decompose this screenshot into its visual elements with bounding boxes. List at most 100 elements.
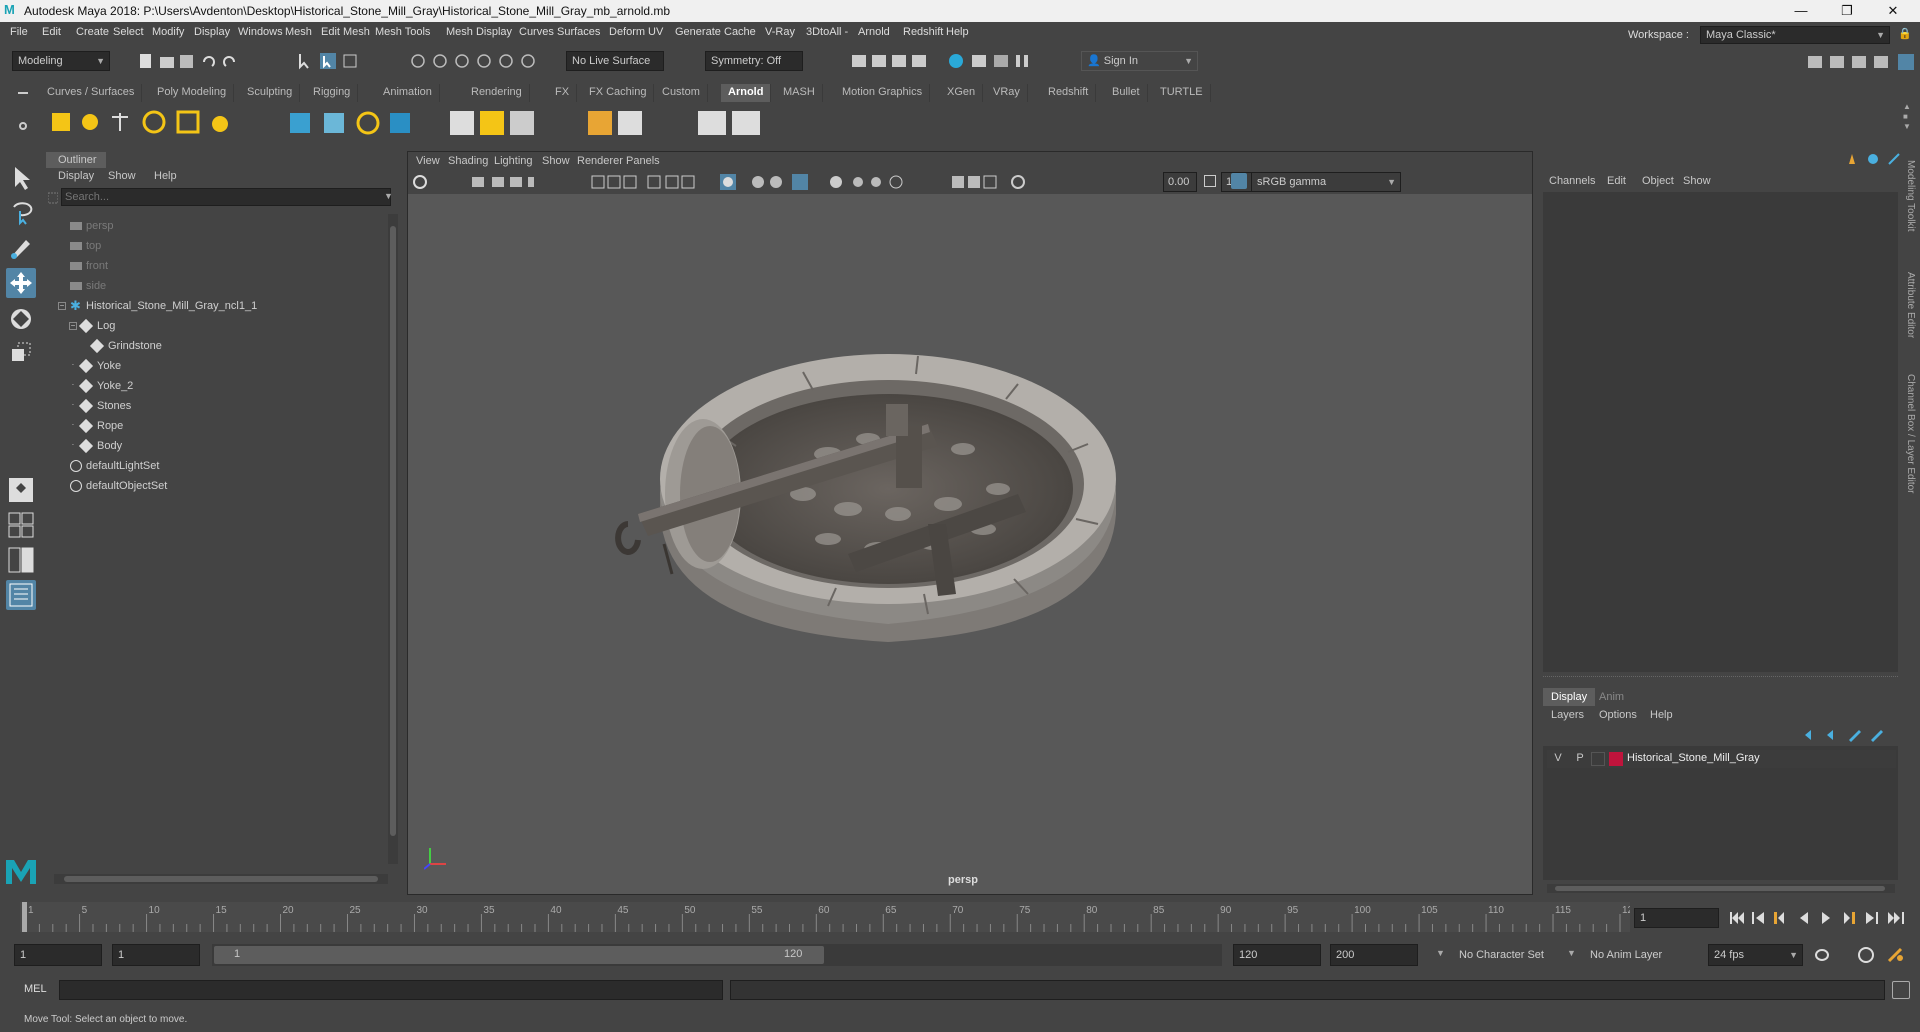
- menu-item-generate[interactable]: Generate: [675, 26, 721, 38]
- layer-menu-help[interactable]: Help: [1650, 709, 1673, 721]
- shelf-tab-sculpting[interactable]: Sculpting: [240, 84, 301, 102]
- viewport-menu-shading[interactable]: Shading: [448, 155, 488, 167]
- layer-menu-options[interactable]: Options: [1599, 709, 1637, 721]
- outliner-layout-icon[interactable]: [6, 580, 36, 610]
- character-set-field[interactable]: No Character Set: [1453, 944, 1555, 966]
- character-set-dropdown-icon[interactable]: ▼: [1436, 948, 1445, 958]
- expand-toggle-icon[interactable]: ·: [69, 421, 77, 430]
- shelf-tab-xgen[interactable]: XGen: [940, 84, 984, 102]
- outliner-hscrollbar[interactable]: [54, 874, 388, 884]
- script-language-toggle[interactable]: MEL: [24, 983, 47, 995]
- menu-item-surfaces[interactable]: Surfaces: [557, 26, 600, 38]
- layer-row[interactable]: V P Historical_Stone_Mill_Gray: [1547, 750, 1896, 768]
- expand-toggle-icon[interactable]: [80, 342, 88, 350]
- outliner-menu-display[interactable]: Display: [58, 170, 94, 182]
- close-button[interactable]: ✕: [1870, 0, 1916, 22]
- paint-select-tool-icon[interactable]: [6, 232, 36, 262]
- menu-item-deform[interactable]: Deform: [609, 26, 645, 38]
- outliner-item-rope[interactable]: · Rope: [46, 416, 376, 436]
- layer-tab-display[interactable]: Display: [1543, 688, 1596, 706]
- shelf-tab-rendering[interactable]: Rendering: [464, 84, 530, 102]
- menu-item-mesh-tools[interactable]: Mesh Tools: [375, 26, 430, 38]
- workspace-dropdown[interactable]: Maya Classic* ▼: [1700, 26, 1890, 44]
- menu-item-modify[interactable]: Modify: [152, 26, 184, 38]
- layer-reference-toggle[interactable]: [1591, 752, 1605, 766]
- scroll-thumb[interactable]: [1555, 886, 1885, 891]
- anim-layer-field[interactable]: No Anim Layer: [1584, 944, 1676, 966]
- channel-box-menu-show[interactable]: Show: [1683, 175, 1711, 187]
- menu-item-curves[interactable]: Curves: [519, 26, 554, 38]
- 3d-viewport[interactable]: persp: [408, 194, 1532, 894]
- outliner-vscrollbar[interactable]: [388, 214, 398, 864]
- maximize-button[interactable]: ❐: [1824, 0, 1870, 22]
- outliner-item-grindstone[interactable]: Grindstone: [46, 336, 376, 356]
- menu-item-select[interactable]: Select: [113, 26, 144, 38]
- shelf-tab-turtle[interactable]: TURTLE: [1153, 84, 1211, 102]
- outliner-item-defaultobjectset[interactable]: defaultObjectSet: [46, 476, 376, 496]
- viewport-menu-renderer[interactable]: Renderer: [577, 155, 623, 167]
- menu-item-arnold[interactable]: Arnold: [858, 26, 890, 38]
- range-slider[interactable]: 1 120: [212, 944, 1222, 966]
- shelf-tab-bullet[interactable]: Bullet: [1105, 84, 1148, 102]
- outliner-search-input[interactable]: [61, 188, 391, 206]
- shelf-scroll[interactable]: ▲ ■ ▼: [1903, 102, 1911, 132]
- scroll-thumb[interactable]: [390, 226, 396, 836]
- menu-item-display[interactable]: Display: [194, 26, 230, 38]
- time-ruler[interactable]: 1 5 10 15 20 25 30 35 40 45 50 55 60 65 70 75 80 85 90 95 10…: [20, 902, 1630, 932]
- color-management-icon[interactable]: [1231, 173, 1247, 189]
- menu-item-redshift[interactable]: Redshift: [903, 26, 943, 38]
- select-tool-icon[interactable]: [6, 163, 36, 193]
- shelf-tab-arnold[interactable]: Arnold: [721, 84, 772, 102]
- expand-toggle-icon[interactable]: ·: [69, 361, 77, 370]
- outliner-menu-show[interactable]: Show: [108, 170, 136, 182]
- layer-name[interactable]: Historical_Stone_Mill_Gray: [1627, 752, 1760, 764]
- anim-end-field[interactable]: 200: [1330, 944, 1418, 966]
- menu-item-v-ray[interactable]: V-Ray: [765, 26, 795, 38]
- four-view-layout-icon[interactable]: [6, 510, 36, 540]
- stone-mill-model[interactable]: [408, 194, 1532, 894]
- current-frame-field[interactable]: 1: [1634, 908, 1719, 928]
- two-view-layout-icon[interactable]: [6, 545, 36, 575]
- command-input[interactable]: [59, 980, 723, 1000]
- shelf-tab-motion-graphics[interactable]: Motion Graphics: [835, 84, 931, 102]
- expand-toggle-icon[interactable]: ·: [69, 401, 77, 410]
- live-surface-field[interactable]: No Live Surface: [566, 51, 664, 71]
- menu-item-3dtoall[interactable]: 3DtoAll -: [806, 26, 848, 38]
- outliner-item-side[interactable]: side: [46, 276, 376, 296]
- layer-hscrollbar[interactable]: [1547, 884, 1895, 893]
- side-tab-attribute-editor[interactable]: Attribute Editor: [1905, 272, 1916, 338]
- scroll-thumb[interactable]: [64, 876, 378, 882]
- symmetry-dropdown[interactable]: Symmetry: Off: [705, 51, 803, 71]
- outliner-menu-help[interactable]: Help: [154, 170, 177, 182]
- menu-item-windows[interactable]: Windows: [238, 26, 283, 38]
- range-slider-handle[interactable]: 1 120: [214, 946, 824, 964]
- lock-icon[interactable]: 🔒: [1898, 27, 1912, 40]
- shelf-tab-redshift[interactable]: Redshift: [1041, 84, 1097, 102]
- filter-icon[interactable]: [48, 190, 58, 206]
- loop-icon[interactable]: [1812, 946, 1832, 964]
- menu-item-cache[interactable]: Cache: [724, 26, 756, 38]
- shelf-tab-rigging[interactable]: Rigging: [306, 84, 359, 102]
- scale-tool-icon[interactable]: [6, 337, 36, 367]
- outliner-item-top[interactable]: top: [46, 236, 376, 256]
- script-editor-icon[interactable]: [1892, 981, 1910, 999]
- layer-tab-anim[interactable]: Anim: [1591, 688, 1632, 706]
- shelf-tab-mash[interactable]: MASH: [776, 84, 823, 102]
- anim-prefs-icon[interactable]: [1886, 946, 1906, 964]
- outliner-item-defaultlightset[interactable]: defaultLightSet: [46, 456, 376, 476]
- gamma-icon[interactable]: [1204, 175, 1216, 187]
- menu-item-edit[interactable]: Edit: [42, 26, 61, 38]
- fps-dropdown[interactable]: 24 fps ▼: [1708, 944, 1803, 966]
- panel-splitter[interactable]: [1543, 676, 1898, 682]
- exposure-field[interactable]: 0.00: [1163, 172, 1197, 192]
- search-dropdown-icon[interactable]: ▼: [384, 191, 393, 201]
- expand-toggle-icon[interactable]: ·: [69, 441, 77, 450]
- outliner-item-historical-stone-mill-gray-ncl1-1[interactable]: − ✱ Historical_Stone_Mill_Gray_ncl1_1: [46, 296, 376, 316]
- viewport-menu-view[interactable]: View: [416, 155, 440, 167]
- outliner-item-body[interactable]: · Body: [46, 436, 376, 456]
- menu-item-uv[interactable]: UV: [648, 26, 663, 38]
- viewport-menu-lighting[interactable]: Lighting: [494, 155, 533, 167]
- outliner-item-front[interactable]: front: [46, 256, 376, 276]
- viewport-menu-panels[interactable]: Panels: [626, 155, 660, 167]
- side-tab-modeling-toolkit[interactable]: Modeling Toolkit: [1905, 160, 1916, 232]
